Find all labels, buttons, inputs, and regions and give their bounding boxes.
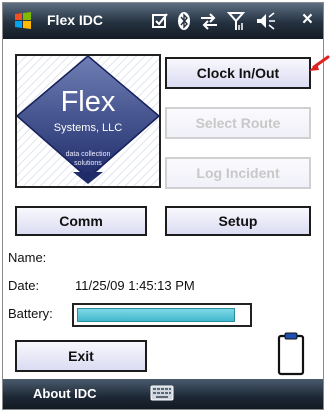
battery-label: Battery: — [8, 306, 53, 321]
date-value: 11/25/09 1:45:13 PM — [75, 278, 195, 293]
exit-button[interactable]: Exit — [15, 340, 147, 372]
windows-start-icon[interactable] — [13, 11, 33, 31]
comm-button[interactable]: Comm — [15, 206, 147, 236]
about-idc-softkey[interactable]: About IDC — [33, 386, 97, 401]
checkbox-icon[interactable] — [151, 11, 169, 31]
logo-company-text: Systems, LLC — [53, 122, 123, 134]
signal-icon[interactable] — [227, 11, 245, 31]
logo-tagline-2: solutions — [74, 160, 102, 167]
sync-arrows-icon[interactable] — [199, 11, 219, 31]
date-label: Date: — [8, 278, 40, 293]
volume-icon[interactable] — [255, 11, 277, 31]
select-route-button[interactable]: Select Route — [165, 107, 311, 139]
close-button[interactable]: × — [302, 9, 313, 31]
setup-button[interactable]: Setup — [165, 206, 311, 236]
name-label: Name: — [8, 250, 47, 265]
status-bar: Flex IDC × — [3, 3, 323, 39]
bluetooth-icon[interactable] — [177, 11, 191, 31]
clock-in-out-button[interactable]: Clock In/Out — [165, 57, 311, 89]
logo-tagline-1: data collection — [65, 151, 111, 158]
company-logo: Flex Systems, LLC data collection soluti… — [15, 54, 161, 188]
app-window: Flex IDC × Flex Systems, LLC data collec… — [2, 2, 324, 410]
annotation-arrow-icon — [309, 55, 330, 71]
logo-brand-text: Flex — [60, 86, 116, 118]
battery-meter — [72, 303, 252, 327]
keyboard-icon[interactable] — [150, 385, 174, 401]
app-title: Flex IDC — [47, 12, 104, 28]
battery-level-fill — [77, 308, 235, 322]
log-incident-button[interactable]: Log Incident — [165, 157, 311, 189]
clipboard-icon[interactable] — [277, 332, 305, 376]
bottom-menu-bar: About IDC — [3, 379, 323, 409]
